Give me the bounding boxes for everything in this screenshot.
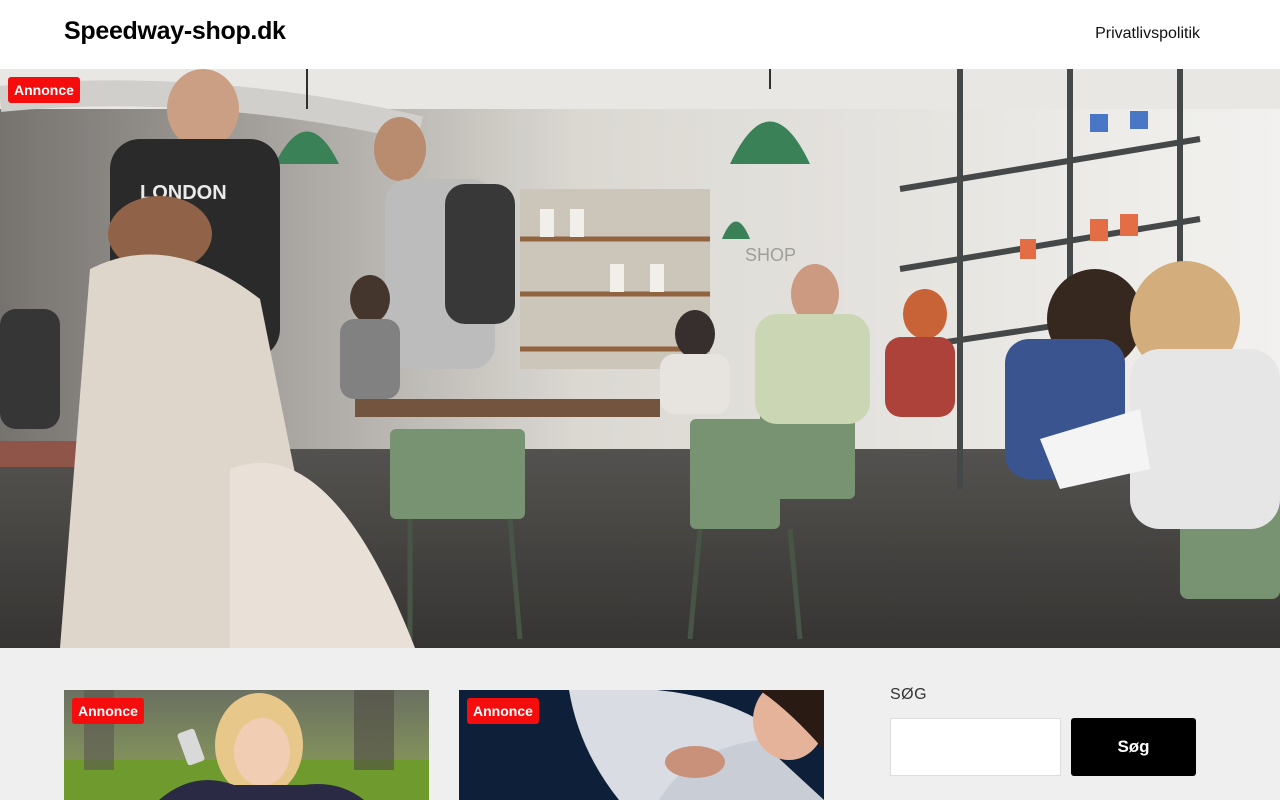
site-title-link[interactable]: Speedway-shop.dk <box>64 17 286 46</box>
ad-badge: Annonce <box>8 77 80 103</box>
hero-image[interactable]: Annonce SHOP LONDON <box>0 69 1280 648</box>
search-input[interactable] <box>890 718 1061 776</box>
post-card[interactable]: Annonce <box>459 690 824 800</box>
post-card[interactable]: Annonce <box>64 690 429 800</box>
ad-badge: Annonce <box>72 698 144 724</box>
search-heading: SØG <box>890 686 928 703</box>
ad-badge: Annonce <box>467 698 539 724</box>
site-header: Speedway-shop.dk Privatlivspolitik <box>0 0 1280 69</box>
nav-item-privacy-policy[interactable]: Privatlivspolitik <box>1095 25 1200 43</box>
cafe-photo: SHOP LONDON <box>0 69 1280 648</box>
search-button[interactable]: Søg <box>1071 718 1196 776</box>
